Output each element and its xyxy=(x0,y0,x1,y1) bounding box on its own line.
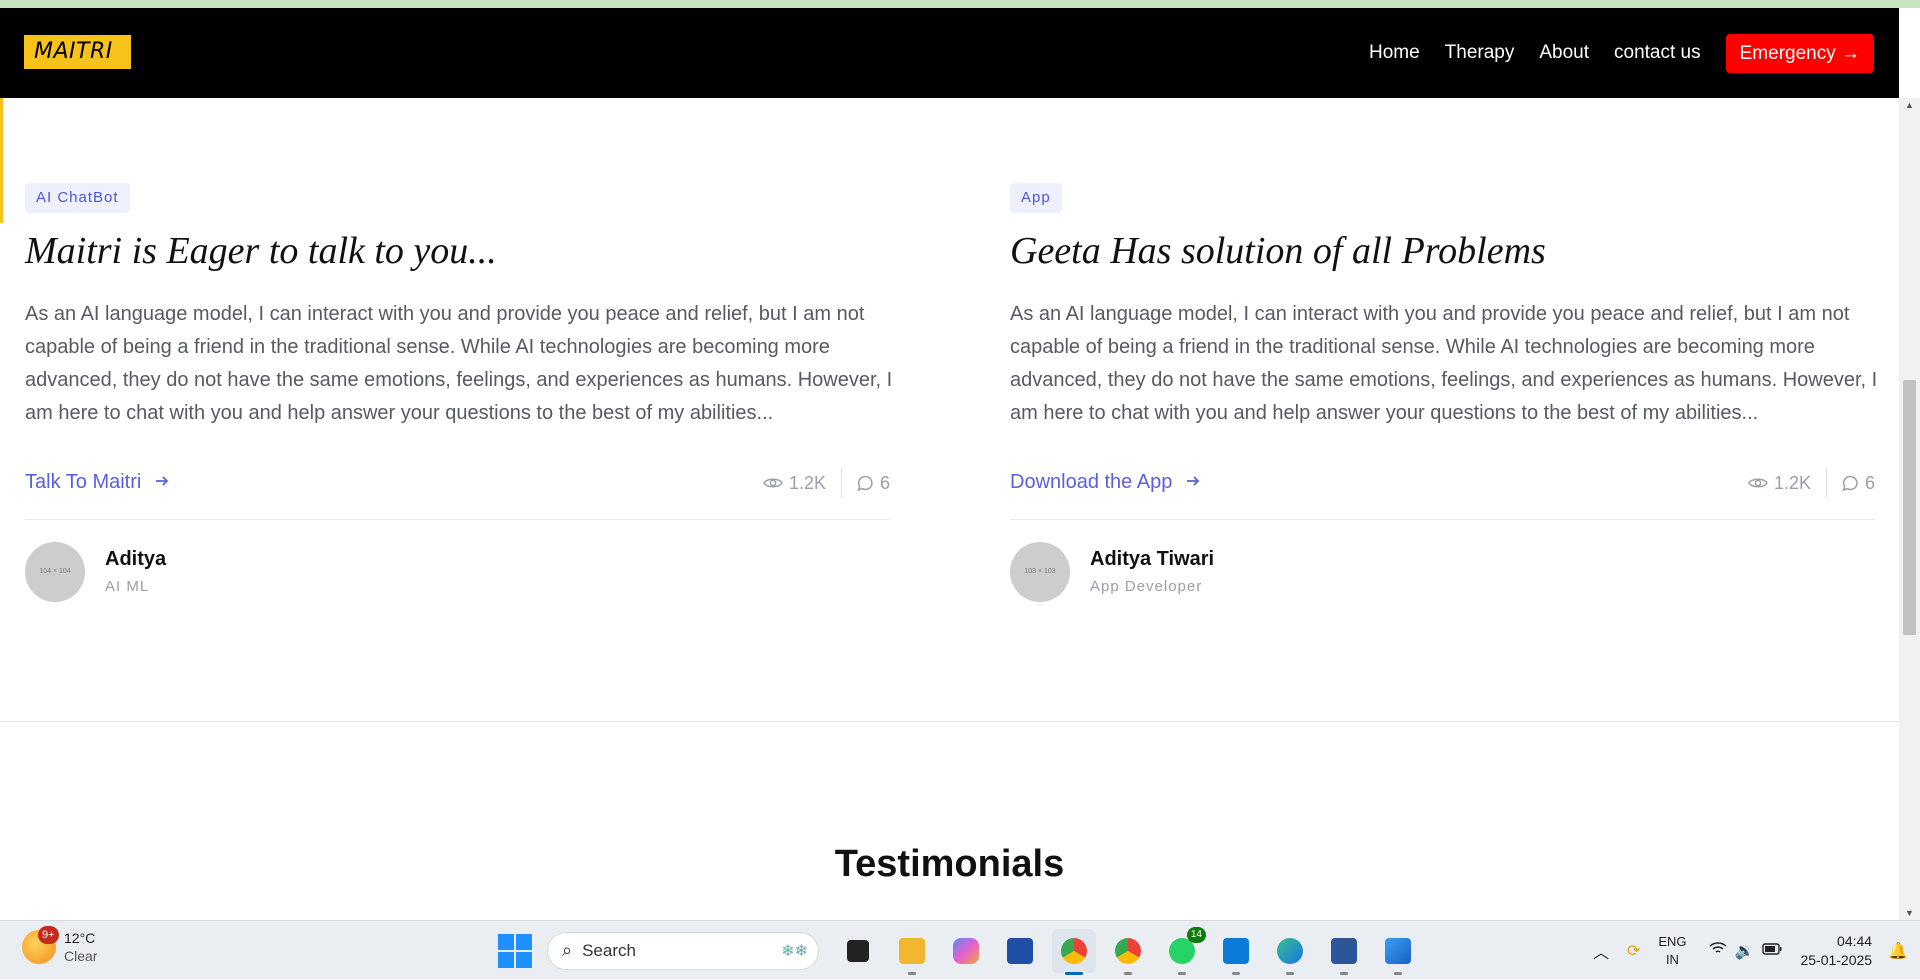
taskbar: 9+ 12°C Clear ⌕ Search ❄❄ 14 ︿ ⟳ ENG IN xyxy=(0,920,1920,979)
clock-date: 25-01-2025 xyxy=(1800,951,1873,968)
photos-icon[interactable] xyxy=(1376,929,1420,975)
weather-desc: Clear xyxy=(64,948,98,964)
clock[interactable]: 04:44 25-01-2025 xyxy=(1800,932,1872,970)
comments-stat: 6 xyxy=(857,473,890,494)
chevron-up-icon[interactable]: ︿ xyxy=(1593,939,1609,963)
nav-home[interactable]: Home xyxy=(1369,42,1420,64)
avatar: 103 × 103 xyxy=(1010,542,1070,602)
emergency-button[interactable]: Emergency → xyxy=(1725,33,1874,73)
search-placeholder: Search xyxy=(582,940,636,960)
card-tag[interactable]: App xyxy=(1010,183,1062,213)
card-divider xyxy=(1010,519,1875,520)
eye-icon xyxy=(1748,476,1768,490)
language-indicator[interactable]: ENG IN xyxy=(1658,933,1686,969)
file-explorer-icon[interactable] xyxy=(890,929,934,975)
eye-icon xyxy=(763,476,783,490)
wifi-icon[interactable] xyxy=(1709,941,1727,960)
chrome-profile-icon[interactable] xyxy=(1106,929,1150,975)
comments-stat: 6 xyxy=(1842,473,1875,494)
lang-code: ENG xyxy=(1658,933,1687,949)
card-link-label: Talk To Maitri xyxy=(25,471,142,493)
card-title[interactable]: Maitri is Eager to talk to you... xyxy=(25,229,497,273)
windows-start-icon[interactable] xyxy=(498,933,532,968)
clock-time: 04:44 xyxy=(1837,932,1873,949)
download-app-link[interactable]: Download the App xyxy=(1010,471,1200,494)
arrow-right-icon xyxy=(1186,471,1200,493)
system-tray: ︿ ⟳ ENG IN 🔉 04:44 25-01-2025 🔔 xyxy=(1593,921,1920,980)
left-accent-bar xyxy=(0,98,3,223)
lang-region: IN xyxy=(1665,951,1679,967)
author-role: App Developer xyxy=(1090,578,1203,595)
nav-links: Home Therapy About contact us Emergency … xyxy=(1344,33,1874,73)
battery-icon[interactable] xyxy=(1762,942,1782,960)
author-name: Aditya Tiwari xyxy=(1090,548,1215,570)
search-highlight-icon: ❄❄ xyxy=(781,942,808,960)
weather-widget[interactable]: 9+ 12°C Clear xyxy=(22,926,97,965)
nav-therapy[interactable]: Therapy xyxy=(1445,42,1515,64)
card-description: As an AI language model, I can interact … xyxy=(1010,303,1878,424)
notification-bell-icon[interactable]: 🔔 xyxy=(1888,941,1908,961)
browser-top-strip xyxy=(0,0,1920,8)
nav-contact[interactable]: contact us xyxy=(1614,42,1701,64)
sync-icon[interactable]: ⟳ xyxy=(1627,941,1640,961)
edge-icon[interactable] xyxy=(1268,929,1312,975)
views-count: 1.2K xyxy=(788,472,826,493)
talk-to-maitri-link[interactable]: Talk To Maitri xyxy=(25,471,169,494)
vscode-icon[interactable] xyxy=(1214,929,1258,975)
whatsapp-icon[interactable]: 14 xyxy=(1160,926,1206,975)
taskbar-apps: ⌕ Search ❄❄ 14 xyxy=(498,926,1425,975)
taskbar-search[interactable]: ⌕ Search ❄❄ xyxy=(547,931,819,970)
author-role: AI ML xyxy=(105,578,150,595)
card-stats: 1.2K 6 xyxy=(763,468,890,498)
chrome-icon[interactable] xyxy=(1052,928,1096,975)
comments-count: 6 xyxy=(879,472,890,493)
arrow-right-icon xyxy=(155,471,169,493)
weather-temp: 12°C xyxy=(64,930,96,946)
section-divider xyxy=(0,721,1899,722)
testimonials-heading: Testimonials xyxy=(834,843,1065,885)
scroll-up-arrow-icon[interactable]: ▲ xyxy=(1899,98,1920,112)
card-divider xyxy=(25,519,890,520)
volume-icon[interactable]: 🔉 xyxy=(1735,941,1755,961)
views-count: 1.2K xyxy=(1773,472,1811,493)
site-logo[interactable]: MAITRI xyxy=(24,35,131,69)
page-scrollbar[interactable]: ▲ ▼ xyxy=(1899,98,1920,920)
task-view-icon[interactable] xyxy=(836,929,880,973)
weather-badge: 9+ xyxy=(38,926,59,944)
navbar: MAITRI Home Therapy About contact us Eme… xyxy=(0,8,1899,98)
views-stat: 1.2K xyxy=(763,473,826,494)
nav-about[interactable]: About xyxy=(1539,42,1589,64)
whatsapp-badge: 14 xyxy=(1186,926,1206,943)
card-link-label: Download the App xyxy=(1010,471,1173,493)
scrollbar-thumb[interactable] xyxy=(1903,380,1916,635)
views-stat: 1.2K xyxy=(1748,473,1811,494)
word-icon[interactable] xyxy=(1322,929,1366,975)
search-icon: ⌕ xyxy=(562,940,573,960)
comment-icon xyxy=(857,475,874,492)
card-stats: 1.2K 6 xyxy=(1748,468,1875,498)
stat-divider xyxy=(1825,468,1827,498)
microsoft-store-icon[interactable] xyxy=(998,929,1042,973)
scroll-down-arrow-icon[interactable]: ▼ xyxy=(1899,906,1920,920)
card-tag[interactable]: AI ChatBot xyxy=(25,183,130,213)
weather-moon-icon: 9+ xyxy=(22,926,59,964)
comment-icon xyxy=(1842,475,1859,492)
stat-divider xyxy=(840,468,842,498)
weather-text: 12°C Clear xyxy=(64,929,97,965)
avatar: 104 × 104 xyxy=(25,542,85,602)
card-title[interactable]: Geeta Has solution of all Problems xyxy=(1010,229,1546,273)
author-name: Aditya xyxy=(105,548,167,570)
comments-count: 6 xyxy=(1864,472,1875,493)
card-description: As an AI language model, I can interact … xyxy=(25,303,893,424)
copilot-icon[interactable] xyxy=(944,929,988,973)
